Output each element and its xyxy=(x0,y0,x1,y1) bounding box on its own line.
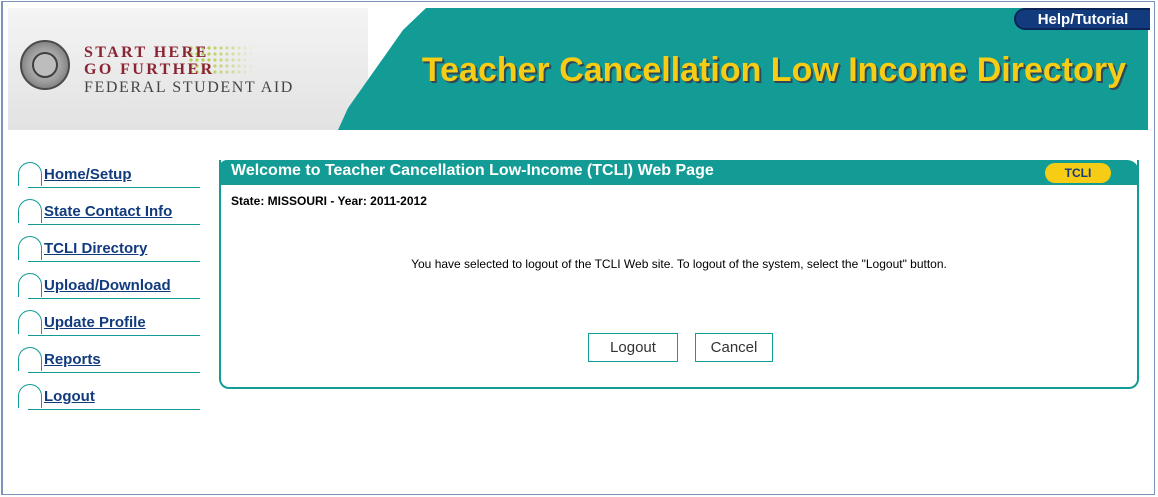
sidebar-item-label[interactable]: Update Profile xyxy=(44,314,146,331)
nav-arc-icon xyxy=(18,236,42,260)
cancel-button[interactable]: Cancel xyxy=(695,333,773,362)
nav-arc-icon xyxy=(18,199,42,223)
nav-arc-icon xyxy=(18,162,42,186)
sidebar-item-logout[interactable]: Logout xyxy=(18,379,200,416)
sidebar-item-label[interactable]: State Contact Info xyxy=(44,203,172,220)
fsa-logo: START HERE GO FURTHER FEDERAL STUDENT AI… xyxy=(8,8,368,130)
sidebar-item-state-contact-info[interactable]: State Contact Info xyxy=(18,194,200,231)
logout-panel: Welcome to Teacher Cancellation Low-Inco… xyxy=(219,160,1139,389)
nav-arc-icon xyxy=(18,310,42,334)
nav-arc-icon xyxy=(18,273,42,297)
page-title: Teacher Cancellation Low Income Director… xyxy=(421,51,1126,89)
logo-text: START HERE GO FURTHER FEDERAL STUDENT AI… xyxy=(84,44,294,98)
logout-button[interactable]: Logout xyxy=(588,333,678,362)
nav-underline xyxy=(28,261,200,262)
state-year-label: State: MISSOURI - Year: 2011-2012 xyxy=(231,194,427,208)
nav-underline xyxy=(28,187,200,188)
nav-underline xyxy=(28,335,200,336)
nav-arc-icon xyxy=(18,347,42,371)
nav-underline xyxy=(28,409,200,410)
help-tutorial-button[interactable]: Help/Tutorial xyxy=(1014,8,1150,30)
sidebar-item-upload-download[interactable]: Upload/Download xyxy=(18,268,200,305)
sidebar-nav: Home/Setup State Contact Info TCLI Direc… xyxy=(18,157,200,416)
sidebar-item-update-profile[interactable]: Update Profile xyxy=(18,305,200,342)
nav-arc-icon xyxy=(18,384,42,408)
sidebar-item-label[interactable]: Logout xyxy=(44,388,95,405)
logo-line-start-here: START HERE xyxy=(84,44,209,61)
sidebar-item-label[interactable]: Reports xyxy=(44,351,101,368)
sidebar-item-tcli-directory[interactable]: TCLI Directory xyxy=(18,231,200,268)
nav-underline xyxy=(28,298,200,299)
logo-line-go-further: GO FURTHER xyxy=(84,61,215,78)
header-banner: START HERE GO FURTHER FEDERAL STUDENT AI… xyxy=(8,8,1150,130)
panel-header: Welcome to Teacher Cancellation Low-Inco… xyxy=(219,160,1139,185)
nav-underline xyxy=(28,224,200,225)
tcli-badge: TCLI xyxy=(1045,163,1111,183)
nav-underline xyxy=(28,372,200,373)
sidebar-item-label[interactable]: Home/Setup xyxy=(44,166,132,183)
sidebar-item-label[interactable]: Upload/Download xyxy=(44,277,171,294)
sidebar-item-label[interactable]: TCLI Directory xyxy=(44,240,147,257)
federal-seal-icon xyxy=(20,40,70,90)
panel-title: Welcome to Teacher Cancellation Low-Inco… xyxy=(231,162,714,179)
sidebar-item-home-setup[interactable]: Home/Setup xyxy=(18,157,200,194)
logout-message: You have selected to logout of the TCLI … xyxy=(411,257,947,271)
sidebar-item-reports[interactable]: Reports xyxy=(18,342,200,379)
logo-line-fsa: FEDERAL STUDENT AID xyxy=(84,79,294,96)
